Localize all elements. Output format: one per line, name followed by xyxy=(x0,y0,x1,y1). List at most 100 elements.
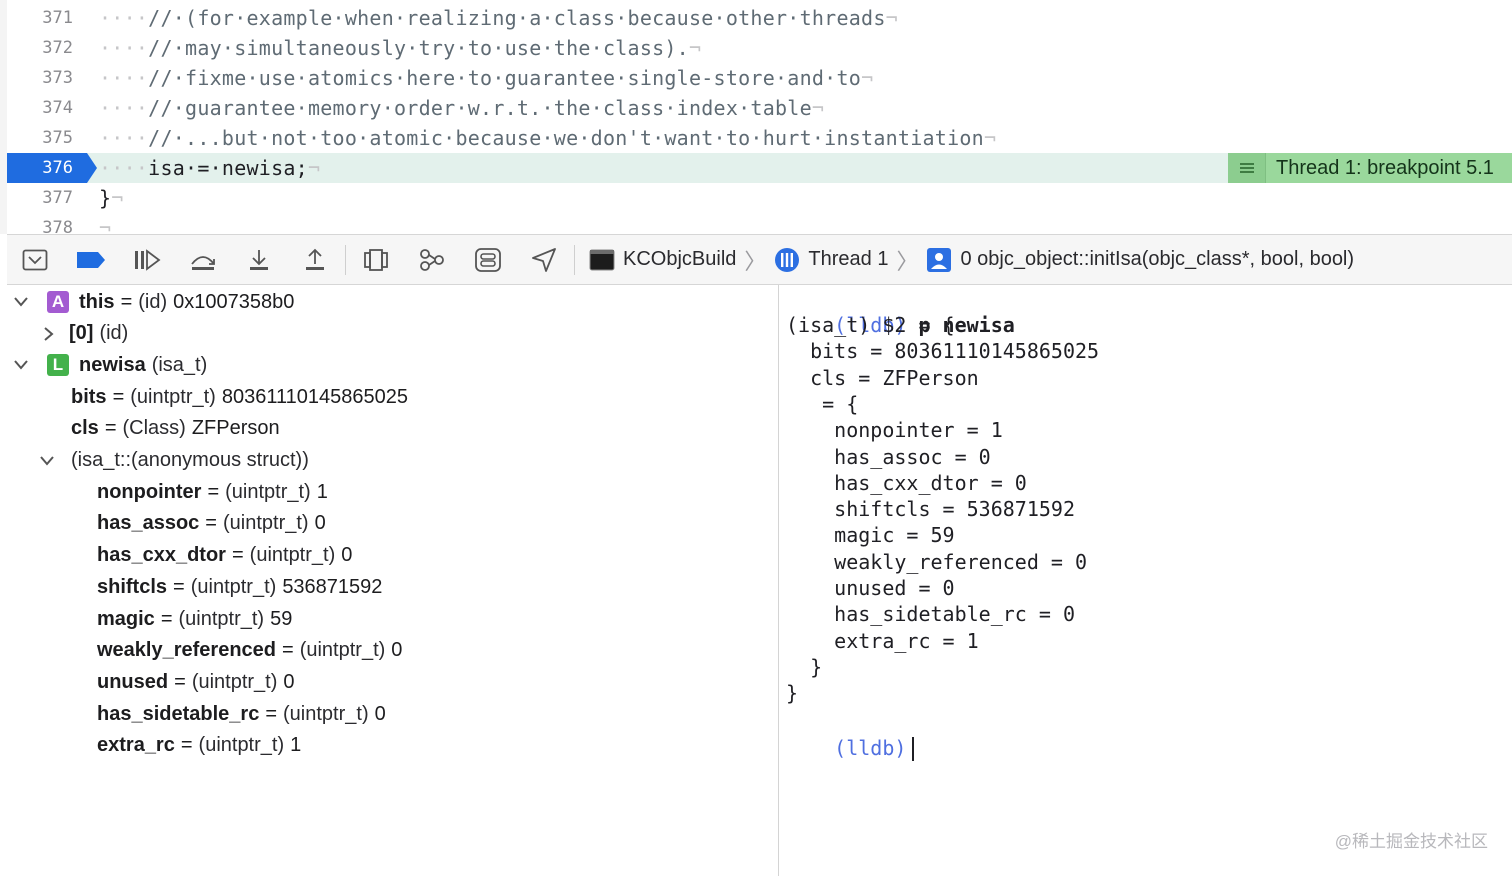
code-line[interactable]: 378 ¬ xyxy=(7,213,1512,234)
line-number: 375 xyxy=(42,128,73,148)
breadcrumb-frame[interactable]: 0 objc_object::initIsa(objc_class*, bool… xyxy=(926,247,1354,273)
variable-name: shiftcls xyxy=(97,575,168,598)
code-text: ····//·may·simultaneously·try·to·use·the… xyxy=(99,36,701,60)
variable-row[interactable]: magic = (uintptr_t) 59 xyxy=(7,603,777,635)
variable-row[interactable]: has_cxx_dtor = (uintptr_t) 0 xyxy=(7,540,777,572)
variable-content: Lnewisa (isa_t) xyxy=(47,354,207,377)
watermark: @稀土掘金技术社区 xyxy=(1334,832,1488,851)
variable-content: has_sidetable_rc = (uintptr_t) 0 xyxy=(97,703,386,726)
breadcrumb-thread[interactable]: Thread 1 xyxy=(774,247,888,273)
view-debugger-button[interactable] xyxy=(348,234,404,285)
menu-lines-icon xyxy=(1228,153,1266,183)
breakpoint-annotation[interactable]: Thread 1: breakpoint 5.1 xyxy=(1228,153,1512,183)
variable-row[interactable]: weakly_referenced = (uintptr_t) 0 xyxy=(7,635,777,667)
code-text: ¬ xyxy=(99,216,111,234)
code-line[interactable]: 373 ····//·fixme·use·atomics·here·to·guar… xyxy=(7,63,1512,93)
toolbar-separator xyxy=(345,244,346,275)
chevron-down-icon[interactable] xyxy=(13,294,29,310)
variable-name: unused xyxy=(97,670,169,693)
variable-type: (id) xyxy=(99,322,129,345)
debug-bar: KCObjcBuild 〉 Thread 1 〉 0 objc_object::… xyxy=(7,234,1512,285)
code-content: //·(for·example·when·realizing·a·class·b… xyxy=(148,6,886,30)
environment-overrides-button[interactable] xyxy=(460,234,516,285)
variable-row[interactable]: Lnewisa (isa_t) xyxy=(7,349,777,381)
variable-row[interactable]: unused = (uintptr_t) 0 xyxy=(7,666,777,698)
chevron-down-icon[interactable] xyxy=(13,357,29,373)
console-output-line: shiftcls = 536871592 xyxy=(786,497,1075,522)
code-content: } xyxy=(99,186,112,210)
breadcrumb-target[interactable]: KCObjcBuild xyxy=(589,248,736,271)
code-text: ····//·fixme·use·atomics·here·to·guarant… xyxy=(99,66,873,90)
console-input-line[interactable]: (lldb) xyxy=(786,709,915,761)
step-over-button[interactable] xyxy=(175,234,231,285)
variable-row[interactable]: nonpointer = (uintptr_t) 1 xyxy=(7,476,777,508)
step-out-icon xyxy=(306,248,324,270)
code-line[interactable]: 371 ····//·(for·example·when·realizing·a·… xyxy=(7,3,1512,33)
code-line[interactable]: 375 ····//·...but·not·too·atomic·because·… xyxy=(7,123,1512,153)
variable-content: [0] (id) xyxy=(69,322,128,345)
variable-value: 0 xyxy=(283,670,295,693)
line-number: 376 xyxy=(42,158,73,178)
eol-mark: ¬ xyxy=(811,96,825,120)
code-line[interactable]: 377}¬ xyxy=(7,183,1512,213)
step-out-button[interactable] xyxy=(287,234,343,285)
local-badge-icon: L xyxy=(47,354,69,377)
console-output-line: magic = 59 xyxy=(786,523,955,548)
equals-sign: = xyxy=(160,607,173,630)
variable-name: [0] xyxy=(69,322,94,345)
variable-value: 0x1007358b0 xyxy=(173,290,295,313)
code-text: ····//·(for·example·when·realizing·a·cla… xyxy=(99,6,898,30)
chevron-down-icon[interactable] xyxy=(39,453,55,469)
chevron-right-icon: 〉 xyxy=(896,248,919,274)
variable-row[interactable]: shiftcls = (uintptr_t) 536871592 xyxy=(7,571,777,603)
variable-row[interactable]: [0] (id) xyxy=(7,318,777,350)
continue-button[interactable] xyxy=(119,234,175,285)
console-output-line: unused = 0 xyxy=(786,576,955,600)
variable-type: (uintptr_t) xyxy=(225,480,311,503)
breakpoint-label: Thread 1: breakpoint 5.1 xyxy=(1276,156,1494,179)
equals-sign: = xyxy=(173,575,185,598)
simulate-location-button[interactable] xyxy=(516,234,572,285)
variables-view[interactable]: Athis = (id) 0x1007358b0 [0] (id) Lnewisa (isa_… xyxy=(7,285,779,876)
variable-row[interactable]: Athis = (id) 0x1007358b0 xyxy=(7,286,777,318)
code-line[interactable]: 374 ····//·guarantee·memory·order·w.r.t.·… xyxy=(7,93,1512,123)
thread-icon xyxy=(775,247,800,272)
variable-type: (uintptr_t) xyxy=(191,670,278,693)
toggle-breakpoints-button[interactable] xyxy=(63,234,119,285)
equals-sign: = xyxy=(231,544,244,567)
variable-row[interactable]: extra_rc = (uintptr_t) 1 xyxy=(7,730,777,762)
hide-debug-area-button[interactable] xyxy=(7,234,63,285)
lldb-console[interactable]: (lldb) p newisa (isa_t) $2 = { bits = 80… xyxy=(780,285,1512,876)
code-text: ····//·...but·not·too·atomic·because·we·… xyxy=(99,126,996,150)
code-line[interactable]: 376 ····isa·=·newisa;¬ Thread 1: breakpoin… xyxy=(7,153,1512,183)
variable-row[interactable]: has_sidetable_rc = (uintptr_t) 0 xyxy=(7,698,777,730)
eol-mark: ¬ xyxy=(983,126,997,150)
source-editor[interactable]: 371 ····//·(for·example·when·realizing·a·… xyxy=(0,0,1512,234)
chevron-right-icon[interactable] xyxy=(41,326,57,342)
console-output-line: bits = 80361110145865025 xyxy=(786,339,1100,364)
eol-mark: ¬ xyxy=(111,186,124,210)
console-output-line: has_assoc = 0 xyxy=(786,444,991,469)
variable-name: weakly_referenced xyxy=(97,639,277,662)
indent-marks: ···· xyxy=(99,36,149,60)
step-into-button[interactable] xyxy=(231,234,287,285)
variable-value: 1 xyxy=(316,480,328,503)
memory-graph-button[interactable] xyxy=(404,234,460,285)
terminal-app-icon xyxy=(589,249,615,270)
variable-row[interactable]: bits = (uintptr_t) 8036111014586502​5 xyxy=(7,381,777,413)
variable-name: has_assoc xyxy=(97,512,200,535)
code-line[interactable]: 372 ····//·may·simultaneously·try·to·use·… xyxy=(7,33,1512,63)
variable-name: has_sidetable_rc xyxy=(97,702,260,725)
variable-row[interactable]: cls = (Class) ZFPerson xyxy=(7,413,777,445)
variable-type: (uintptr_t) xyxy=(299,639,386,662)
code-text: ····isa·=·newisa;¬ xyxy=(99,156,320,180)
console-output-line: extra_rc = 1 xyxy=(786,628,979,653)
equals-sign: = xyxy=(120,290,133,313)
variable-row[interactable]: has_assoc = (uintptr_t) 0 xyxy=(7,508,777,540)
variable-value: 1 xyxy=(290,734,302,757)
equals-sign: = xyxy=(112,385,125,408)
variable-type: (uintptr_t) xyxy=(283,702,369,725)
variable-content: has_assoc = (uintptr_t) 0 xyxy=(97,512,326,535)
variable-row[interactable]: (isa_t::(anonymous struct)) xyxy=(7,445,777,477)
view-debugger-icon xyxy=(364,248,388,271)
